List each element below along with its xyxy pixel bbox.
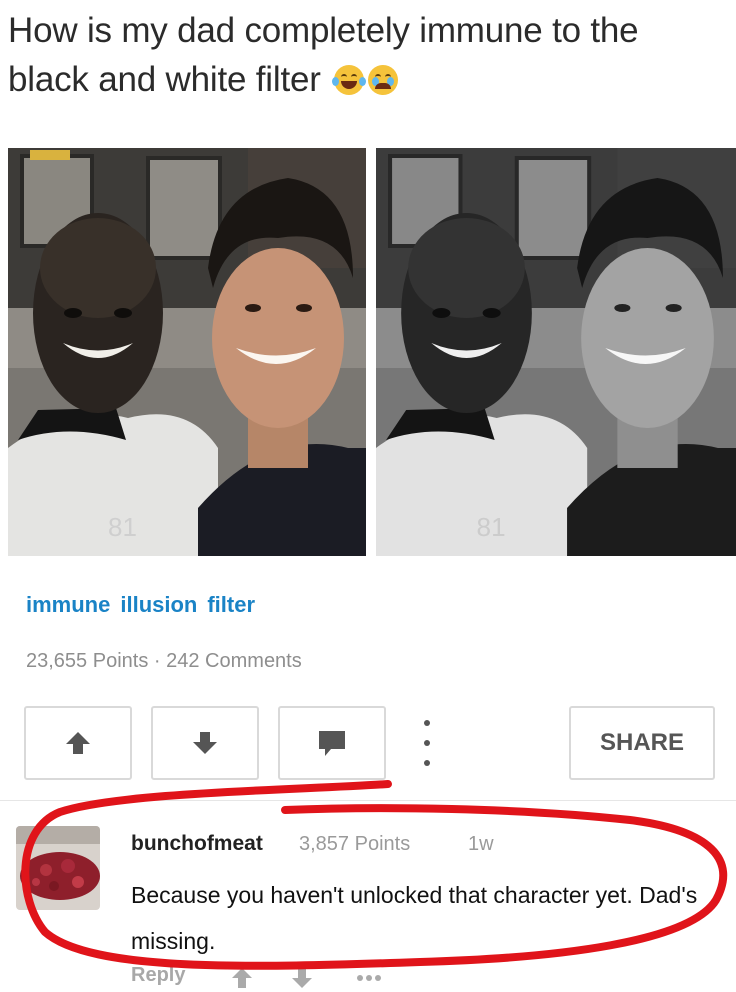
stats-separator: · xyxy=(153,650,161,672)
comment-text: Because you haven't unlocked that charac… xyxy=(131,882,698,954)
speech-bubble-icon xyxy=(319,731,345,756)
downvote-button[interactable] xyxy=(151,706,259,780)
tag-list: immune illusion filter xyxy=(26,592,265,618)
comment-age: 1w xyxy=(468,833,494,855)
more-dot-icon xyxy=(424,740,430,746)
avatar[interactable] xyxy=(16,826,100,910)
comment-button[interactable] xyxy=(278,706,386,780)
tag-filter[interactable]: filter xyxy=(207,592,255,617)
crying-emoji-icon xyxy=(368,65,399,95)
comment-points: 3,857 Points xyxy=(299,833,411,855)
post-title: How is my dad completely immune to the b… xyxy=(8,6,728,104)
comment-actions xyxy=(232,968,381,988)
more-dot-icon xyxy=(424,720,430,726)
comment-downvote-icon[interactable] xyxy=(292,968,312,988)
more-dot-icon xyxy=(424,760,430,766)
comment-more-icon[interactable] xyxy=(357,975,381,981)
arrow-down-icon xyxy=(193,732,217,754)
laughing-tears-emoji-icon xyxy=(332,65,367,95)
post-stats: 23,655 Points · 242 Comments xyxy=(26,650,302,673)
arrow-up-icon xyxy=(66,732,90,754)
section-divider xyxy=(0,800,736,801)
original-photo: 81 xyxy=(8,148,366,556)
photo-comparison: 81 81 xyxy=(8,148,736,556)
post-title-text: How is my dad completely immune to the b… xyxy=(8,11,639,99)
reply-button[interactable]: Reply xyxy=(131,964,185,987)
upvote-button[interactable] xyxy=(24,706,132,780)
more-options-button[interactable] xyxy=(420,720,434,766)
comment-upvote-icon[interactable] xyxy=(232,968,252,988)
comments-count[interactable]: 242 Comments xyxy=(166,650,302,672)
share-button[interactable]: SHARE xyxy=(569,706,715,780)
tag-illusion[interactable]: illusion xyxy=(120,592,197,617)
shirt-number-text: 81 xyxy=(108,512,137,542)
points-count: 23,655 Points xyxy=(26,650,149,672)
shirt-number-text: 81 xyxy=(477,512,506,542)
filtered-photo: 81 xyxy=(376,148,736,556)
comment-username[interactable]: bunchofmeat xyxy=(131,832,263,856)
tag-immune[interactable]: immune xyxy=(26,592,110,617)
